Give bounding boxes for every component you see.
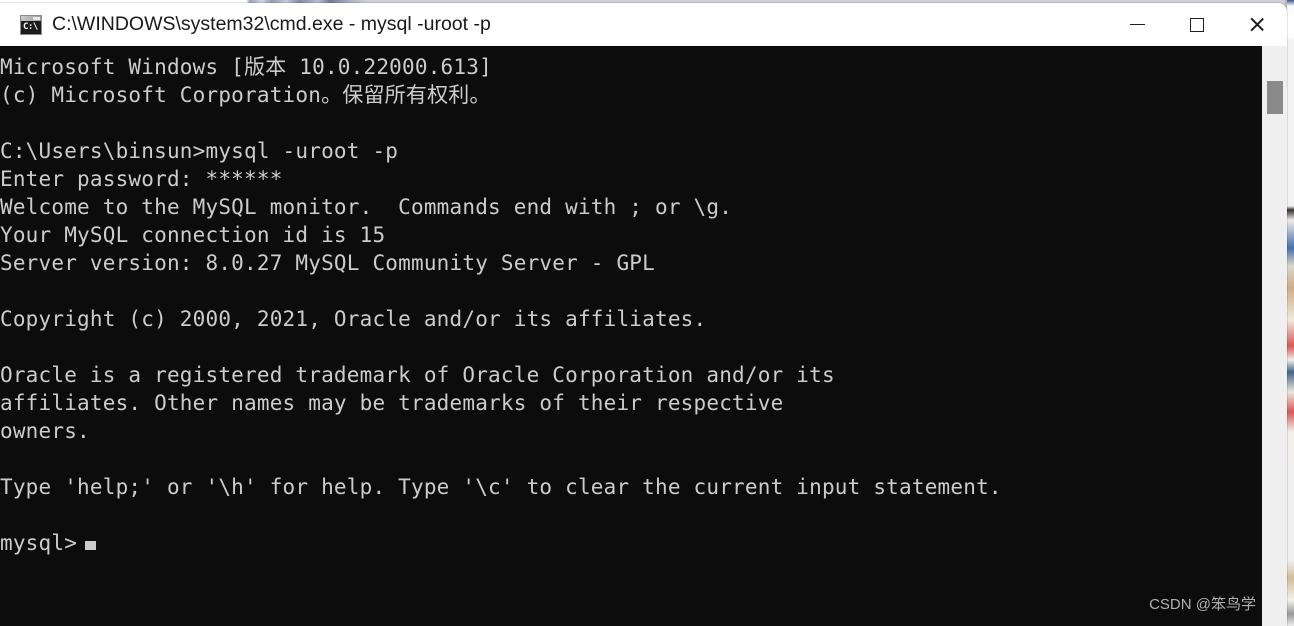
terminal-line: Microsoft Windows [版本 10.0.22000.613] [0, 55, 492, 79]
terminal-line: Oracle is a registered trademark of Orac… [0, 363, 835, 387]
close-button[interactable] [1227, 3, 1287, 46]
window-titlebar[interactable]: C:\ C:\WINDOWS\system32\cmd.exe - mysql … [0, 3, 1287, 46]
maximize-icon [1190, 17, 1204, 32]
terminal-line: owners. [0, 419, 90, 443]
terminal-line: Enter password: ****** [0, 167, 283, 191]
terminal-line: Server version: 8.0.27 MySQL Community S… [0, 251, 655, 275]
desktop-background: C:\ C:\WINDOWS\system32\cmd.exe - mysql … [0, 0, 1294, 626]
terminal-line: affiliates. Other names may be trademark… [0, 391, 784, 415]
background-strip-right [1287, 0, 1294, 626]
terminal-prompt-line: mysql> [0, 529, 1262, 557]
close-icon [1249, 16, 1266, 33]
console-body[interactable]: Microsoft Windows [版本 10.0.22000.613] (c)… [0, 46, 1287, 626]
cmd-exe-icon: C:\ [20, 14, 42, 35]
text-cursor [85, 541, 97, 550]
scrollbar-thumb[interactable] [1267, 81, 1283, 114]
terminal-line: C:\Users\binsun>mysql -uroot -p [0, 139, 399, 163]
console-scrollbar[interactable] [1262, 46, 1287, 626]
terminal-line: Your MySQL connection id is 15 [0, 223, 386, 247]
window-controls [1107, 3, 1287, 46]
cmd-console-window: C:\ C:\WINDOWS\system32\cmd.exe - mysql … [0, 3, 1287, 626]
terminal-line: Welcome to the MySQL monitor. Commands e… [0, 195, 733, 219]
minimize-button[interactable] [1107, 3, 1167, 46]
terminal-output[interactable]: Microsoft Windows [版本 10.0.22000.613] (c)… [0, 46, 1262, 626]
terminal-line: Type 'help;' or '\h' for help. Type '\c'… [0, 475, 1002, 499]
maximize-button[interactable] [1167, 3, 1227, 46]
terminal-line: Copyright (c) 2000, 2021, Oracle and/or … [0, 307, 707, 331]
cmd-icon-titlebar [21, 15, 41, 21]
csdn-watermark: CSDN @笨鸟学 [1149, 596, 1256, 613]
mysql-prompt: mysql> [0, 531, 78, 555]
minimize-icon [1129, 23, 1145, 26]
titlebar-left-group: C:\ C:\WINDOWS\system32\cmd.exe - mysql … [0, 13, 1107, 36]
window-title: C:\WINDOWS\system32\cmd.exe - mysql -uro… [52, 13, 491, 35]
terminal-line: (c) Microsoft Corporation。保留所有权利。 [0, 83, 491, 107]
cmd-icon-prompt-text: C:\ [23, 21, 38, 32]
